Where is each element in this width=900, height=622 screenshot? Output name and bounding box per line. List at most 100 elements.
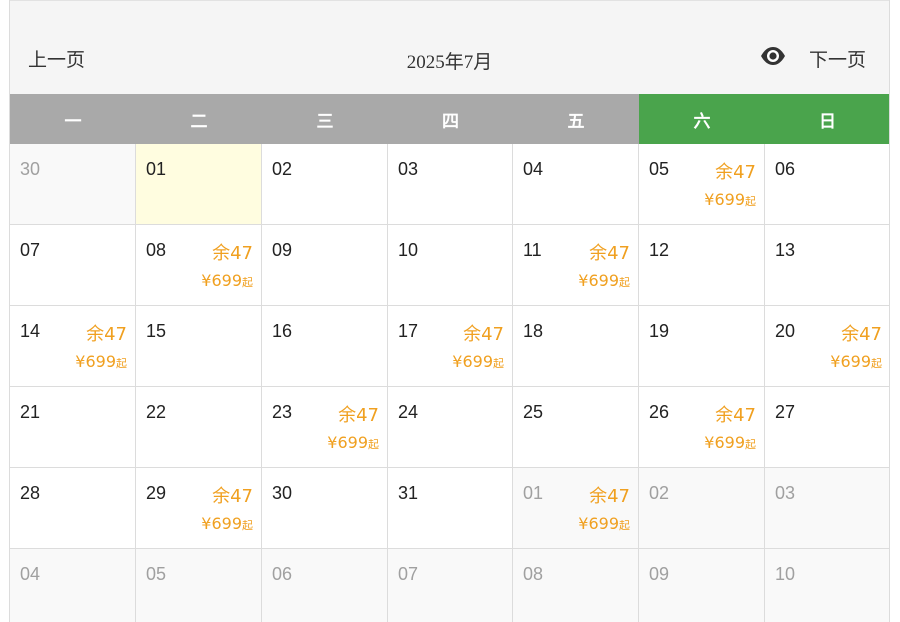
remaining-stock: 余47 bbox=[715, 405, 756, 426]
day-number: 05 bbox=[146, 564, 167, 584]
price-value: ¥699 bbox=[578, 271, 619, 290]
day-number: 17 bbox=[398, 321, 419, 341]
day-cell[interactable]: 05 bbox=[136, 549, 262, 622]
price-value: ¥699 bbox=[704, 433, 745, 452]
day-cell[interactable]: 14 余47 ¥699起 bbox=[10, 306, 136, 387]
day-number: 30 bbox=[272, 483, 293, 503]
price-suffix: 起 bbox=[745, 195, 756, 208]
remaining-stock: 余47 bbox=[463, 324, 504, 345]
day-number: 29 bbox=[146, 483, 167, 503]
day-price: ¥699起 bbox=[578, 514, 630, 533]
day-cell[interactable]: 06 bbox=[765, 144, 889, 225]
day-number: 04 bbox=[20, 564, 41, 584]
remaining-stock: 余47 bbox=[338, 405, 379, 426]
remaining-stock: 余47 bbox=[841, 324, 882, 345]
day-number: 07 bbox=[20, 240, 41, 260]
day-cell[interactable]: 03 bbox=[388, 144, 513, 225]
day-number: 20 bbox=[775, 321, 796, 341]
price-value: ¥699 bbox=[201, 514, 242, 533]
day-cell[interactable]: 08 bbox=[513, 549, 639, 622]
weekday-header: 一 bbox=[10, 94, 136, 144]
price-value: ¥699 bbox=[578, 514, 619, 533]
day-cell[interactable]: 13 bbox=[765, 225, 889, 306]
day-cell[interactable]: 12 bbox=[639, 225, 765, 306]
next-page-button[interactable]: 下一页 bbox=[809, 45, 866, 72]
day-number: 24 bbox=[398, 402, 419, 422]
day-cell[interactable]: 27 bbox=[765, 387, 889, 468]
day-number: 03 bbox=[775, 483, 796, 503]
day-cell[interactable]: 25 bbox=[513, 387, 639, 468]
price-suffix: 起 bbox=[242, 519, 253, 532]
remaining-stock: 余47 bbox=[212, 243, 253, 264]
price-suffix: 起 bbox=[242, 276, 253, 289]
day-number: 07 bbox=[398, 564, 419, 584]
day-cell[interactable]: 29 余47 ¥699起 bbox=[136, 468, 262, 549]
day-cell[interactable]: 08 余47 ¥699起 bbox=[136, 225, 262, 306]
day-price: ¥699起 bbox=[201, 271, 253, 290]
day-cell[interactable]: 15 bbox=[136, 306, 262, 387]
day-cell[interactable]: 30 bbox=[10, 144, 136, 225]
day-cell[interactable]: 06 bbox=[262, 549, 388, 622]
day-cell[interactable]: 10 bbox=[388, 225, 513, 306]
day-cell[interactable]: 02 bbox=[262, 144, 388, 225]
day-cell[interactable]: 28 bbox=[10, 468, 136, 549]
day-cell[interactable]: 01 余47 ¥699起 bbox=[513, 468, 639, 549]
day-cell[interactable]: 07 bbox=[388, 549, 513, 622]
day-number: 14 bbox=[20, 321, 41, 341]
day-number: 01 bbox=[523, 483, 544, 503]
day-number: 11 bbox=[523, 240, 542, 260]
day-number: 31 bbox=[398, 483, 419, 503]
day-cell[interactable]: 21 bbox=[10, 387, 136, 468]
day-cell[interactable]: 23 余47 ¥699起 bbox=[262, 387, 388, 468]
day-cell[interactable]: 17 余47 ¥699起 bbox=[388, 306, 513, 387]
price-suffix: 起 bbox=[619, 519, 630, 532]
weekday-header: 六 bbox=[639, 94, 765, 144]
day-price: ¥699起 bbox=[327, 433, 379, 452]
price-suffix: 起 bbox=[745, 438, 756, 451]
day-grid: 30 01 02 03 04 05 余47 ¥699起 06 07 08 余47 ¥699起 09 10 11… bbox=[10, 144, 889, 622]
day-cell[interactable]: 31 bbox=[388, 468, 513, 549]
weekday-header-row: 一二三四五六日 bbox=[10, 94, 889, 144]
day-cell[interactable]: 30 bbox=[262, 468, 388, 549]
day-cell[interactable]: 10 bbox=[765, 549, 889, 622]
day-cell[interactable]: 22 bbox=[136, 387, 262, 468]
day-number: 02 bbox=[272, 159, 293, 179]
day-cell-today[interactable]: 01 bbox=[136, 144, 262, 225]
day-cell[interactable]: 26 余47 ¥699起 bbox=[639, 387, 765, 468]
day-price: ¥699起 bbox=[201, 514, 253, 533]
day-price: ¥699起 bbox=[704, 433, 756, 452]
day-number: 08 bbox=[146, 240, 167, 260]
day-number: 08 bbox=[523, 564, 544, 584]
day-cell[interactable]: 03 bbox=[765, 468, 889, 549]
price-suffix: 起 bbox=[493, 357, 504, 370]
day-cell[interactable]: 04 bbox=[10, 549, 136, 622]
price-value: ¥699 bbox=[201, 271, 242, 290]
day-number: 25 bbox=[523, 402, 544, 422]
day-cell[interactable]: 02 bbox=[639, 468, 765, 549]
day-cell[interactable]: 18 bbox=[513, 306, 639, 387]
day-cell[interactable]: 05 余47 ¥699起 bbox=[639, 144, 765, 225]
day-cell[interactable]: 19 bbox=[639, 306, 765, 387]
day-cell[interactable]: 11 余47 ¥699起 bbox=[513, 225, 639, 306]
price-suffix: 起 bbox=[368, 438, 379, 451]
day-number: 16 bbox=[272, 321, 293, 341]
price-value: ¥699 bbox=[75, 352, 116, 371]
day-cell[interactable]: 07 bbox=[10, 225, 136, 306]
remaining-stock: 余47 bbox=[589, 243, 630, 264]
day-cell[interactable]: 20 余47 ¥699起 bbox=[765, 306, 889, 387]
day-price: ¥699起 bbox=[704, 190, 756, 209]
day-cell[interactable]: 09 bbox=[639, 549, 765, 622]
day-number: 18 bbox=[523, 321, 544, 341]
day-cell[interactable]: 09 bbox=[262, 225, 388, 306]
day-number: 22 bbox=[146, 402, 167, 422]
day-price: ¥699起 bbox=[452, 352, 504, 371]
day-cell[interactable]: 24 bbox=[388, 387, 513, 468]
day-number: 10 bbox=[775, 564, 796, 584]
day-number: 23 bbox=[272, 402, 293, 422]
calendar-header: 上一页 2025年7月 下一页 bbox=[10, 0, 889, 94]
weekday-header: 五 bbox=[513, 94, 639, 144]
day-cell[interactable]: 04 bbox=[513, 144, 639, 225]
eye-icon[interactable] bbox=[760, 46, 786, 66]
day-price: ¥699起 bbox=[830, 352, 882, 371]
day-cell[interactable]: 16 bbox=[262, 306, 388, 387]
